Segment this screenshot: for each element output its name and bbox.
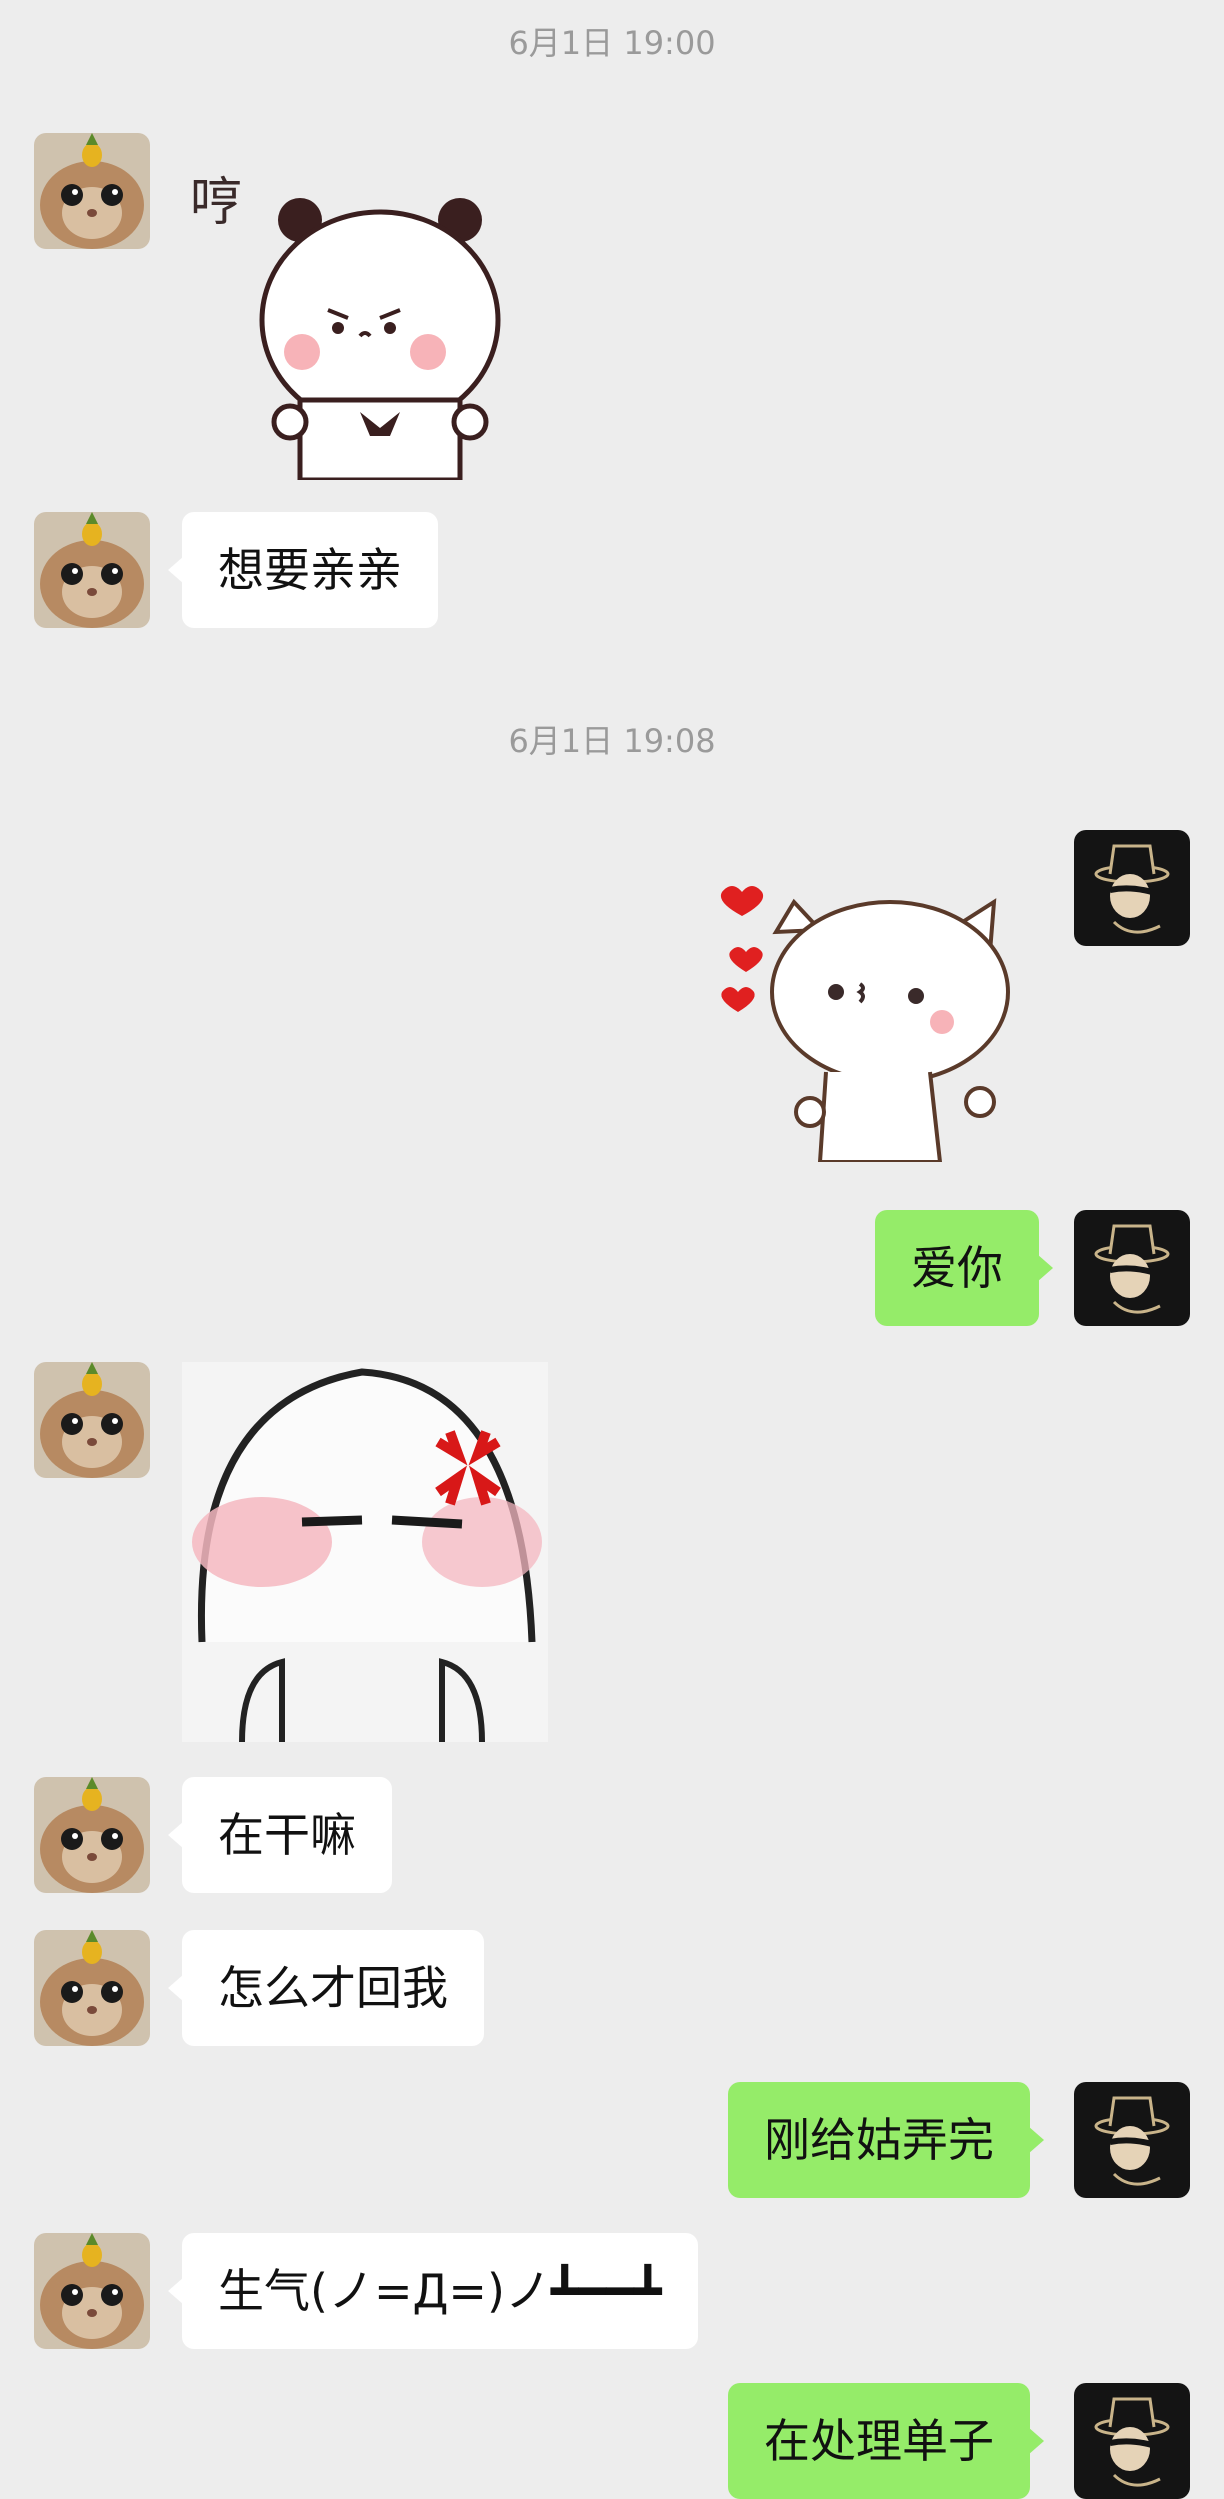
contact-avatar[interactable] bbox=[34, 133, 150, 249]
cat-with-pineapple-avatar bbox=[34, 1777, 150, 1893]
cat-with-pineapple-avatar bbox=[34, 133, 150, 249]
man-in-hat-avatar bbox=[1074, 2082, 1190, 2198]
contact-avatar[interactable] bbox=[34, 1777, 150, 1893]
message-bubble[interactable]: 怎么才回我 bbox=[168, 1930, 484, 2046]
message-bubble[interactable]: 生气(ノ=Д=)ノ┻━━┻ bbox=[168, 2233, 698, 2349]
message-bubble[interactable]: 刚给姑弄完 bbox=[728, 2082, 1044, 2198]
contact-avatar[interactable] bbox=[34, 512, 150, 628]
self-avatar[interactable] bbox=[1074, 2383, 1190, 2499]
self-avatar[interactable] bbox=[1074, 1210, 1190, 1326]
message-bubble[interactable]: 想要亲亲 bbox=[168, 512, 438, 628]
cat-with-pineapple-avatar bbox=[34, 1362, 150, 1478]
cat-with-pineapple-avatar bbox=[34, 2233, 150, 2349]
cat-with-pineapple-avatar bbox=[34, 512, 150, 628]
hmph-label: 哼 bbox=[190, 173, 242, 233]
timestamp: 6月1日 19:08 bbox=[508, 722, 716, 760]
man-in-hat-avatar bbox=[1074, 2383, 1190, 2499]
contact-avatar[interactable] bbox=[34, 1930, 150, 2046]
timestamp: 6月1日 19:00 bbox=[508, 24, 716, 62]
contact-avatar[interactable] bbox=[34, 2233, 150, 2349]
angry-blushing-face-sticker[interactable] bbox=[182, 1362, 548, 1742]
cat-kiss-hearts-sticker[interactable] bbox=[710, 872, 1040, 1162]
man-in-hat-avatar bbox=[1074, 1210, 1190, 1326]
message-bubble[interactable]: 爱你 bbox=[875, 1210, 1053, 1326]
self-avatar[interactable] bbox=[1074, 2082, 1190, 2198]
contact-avatar[interactable] bbox=[34, 1362, 150, 1478]
self-avatar[interactable] bbox=[1074, 830, 1190, 946]
message-bubble[interactable]: 在干嘛 bbox=[168, 1777, 392, 1893]
message-bubble[interactable]: 在处理单子 bbox=[728, 2383, 1044, 2499]
panda-hmph-sticker[interactable]: 哼 bbox=[190, 160, 510, 480]
man-in-hat-avatar bbox=[1074, 830, 1190, 946]
cat-with-pineapple-avatar bbox=[34, 1930, 150, 2046]
